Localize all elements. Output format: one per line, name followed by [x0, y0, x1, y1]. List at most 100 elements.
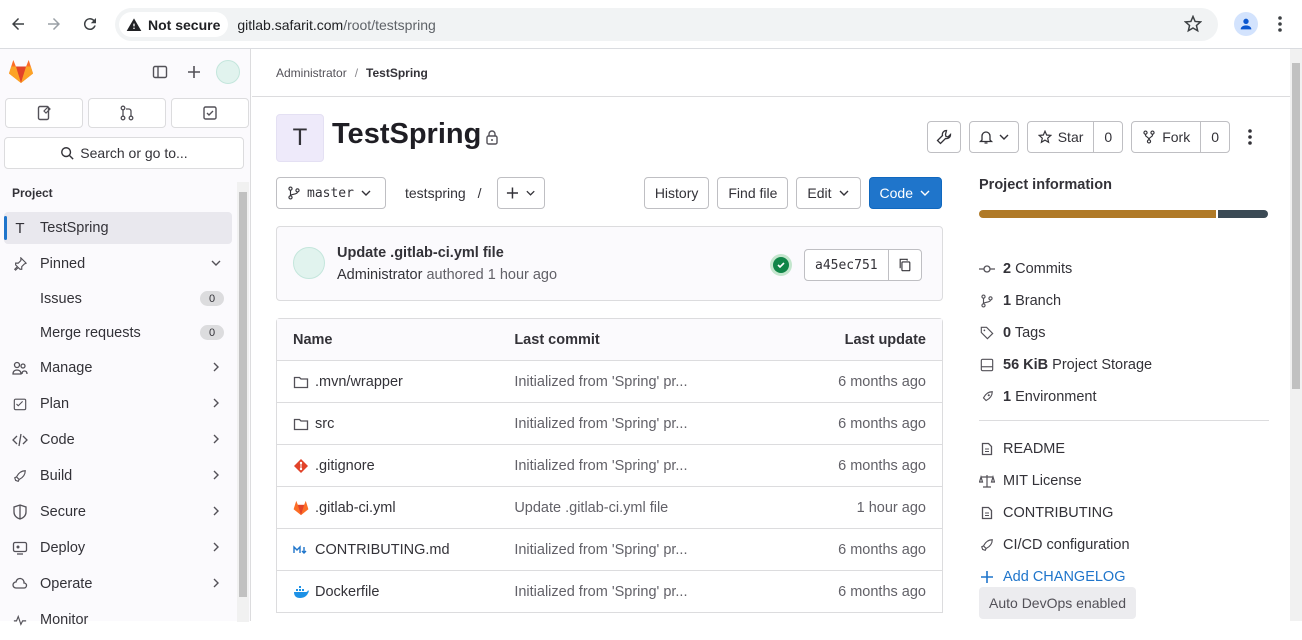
- file-name[interactable]: .gitignore: [315, 458, 375, 474]
- table-row[interactable]: .gitlab-ci.yml Update .gitlab-ci.yml fil…: [277, 487, 942, 529]
- file-name-cell: .gitignore: [277, 458, 498, 474]
- table-header: Name Last commit Last update: [277, 319, 942, 361]
- copy-sha-button[interactable]: [889, 250, 921, 280]
- table-row[interactable]: Dockerfile Initialized from 'Spring' pr.…: [277, 571, 942, 613]
- branch-selector[interactable]: master: [276, 177, 386, 209]
- language-segment[interactable]: [979, 210, 1216, 218]
- sidebar-item-manage[interactable]: Manage: [4, 352, 232, 384]
- star-button[interactable]: Star: [1028, 122, 1095, 152]
- search-label: Search or go to...: [80, 145, 188, 161]
- collapse-sidebar-button[interactable]: [148, 60, 172, 84]
- file-name[interactable]: .mvn/wrapper: [315, 374, 403, 390]
- forward-button[interactable]: [36, 6, 72, 42]
- find-file-button[interactable]: Find file: [717, 177, 789, 209]
- auto-devops-badge[interactable]: Auto DevOps enabled: [979, 587, 1136, 619]
- file-name[interactable]: Dockerfile: [315, 584, 379, 600]
- page-scroll-thumb[interactable]: [1292, 63, 1300, 389]
- star-count[interactable]: 0: [1094, 122, 1122, 152]
- gitlab-logo-icon[interactable]: [8, 59, 34, 84]
- file-last-commit[interactable]: Initialized from 'Spring' pr...: [498, 416, 787, 432]
- file-last-commit[interactable]: Initialized from 'Spring' pr...: [498, 458, 787, 474]
- sidebar-item-label: Issues: [40, 291, 82, 307]
- create-new-button[interactable]: [182, 60, 206, 84]
- notifications-dropdown[interactable]: [968, 121, 1019, 153]
- folder-icon: [293, 418, 309, 430]
- repository-root-link[interactable]: testspring: [405, 185, 466, 201]
- sidebar-item-pinned[interactable]: Pinned: [4, 248, 232, 280]
- breadcrumb-current[interactable]: TestSpring: [366, 66, 428, 80]
- sidebar-item-deploy[interactable]: Deploy: [4, 532, 232, 564]
- user-avatar[interactable]: [216, 60, 240, 84]
- address-bar[interactable]: Not secure gitlab.safarit.com/root/tests…: [115, 8, 1218, 41]
- file-last-commit[interactable]: Initialized from 'Spring' pr...: [498, 374, 787, 390]
- contributing-link[interactable]: CONTRIBUTING: [979, 497, 1269, 529]
- sidebar-item-operate[interactable]: Operate: [4, 568, 232, 600]
- cicd-config-link[interactable]: CI/CD configuration: [979, 529, 1269, 561]
- table-row[interactable]: CONTRIBUTING.md Initialized from 'Spring…: [277, 529, 942, 571]
- sidebar-item-build[interactable]: Build: [4, 460, 232, 492]
- file-name[interactable]: src: [315, 416, 334, 432]
- file-last-commit[interactable]: Initialized from 'Spring' pr...: [498, 584, 787, 600]
- project-letter-icon: T: [15, 219, 25, 237]
- bookmark-button[interactable]: [1177, 8, 1209, 40]
- tags-link[interactable]: 0 Tags: [979, 317, 1269, 349]
- table-row[interactable]: .gitignore Initialized from 'Spring' pr.…: [277, 445, 942, 487]
- sidebar-item-label: Pinned: [40, 256, 86, 272]
- project-info-title: Project information: [979, 177, 1112, 193]
- branch-name: master: [307, 185, 354, 201]
- merge-requests-button[interactable]: [88, 98, 166, 128]
- fork-button[interactable]: Fork: [1132, 122, 1202, 152]
- sidebar-item-plan[interactable]: Plan: [4, 388, 232, 420]
- chevron-right-icon: [210, 505, 222, 521]
- table-row[interactable]: src Initialized from 'Spring' pr... 6 mo…: [277, 403, 942, 445]
- chevron-down-icon: [361, 190, 371, 196]
- file-last-commit[interactable]: Update .gitlab-ci.yml file: [498, 500, 787, 516]
- storage-link[interactable]: 56 KiB Project Storage: [979, 349, 1269, 381]
- branches-link[interactable]: 1 Branch: [979, 285, 1269, 317]
- todo-list-button[interactable]: [171, 98, 249, 128]
- sidebar-item-merge-requests[interactable]: Merge requests 0: [4, 318, 232, 348]
- add-to-tree-dropdown[interactable]: [497, 177, 545, 209]
- sidebar-item-testspring[interactable]: T TestSpring: [4, 212, 232, 244]
- edit-dropdown[interactable]: Edit: [796, 177, 861, 209]
- file-name-cell: .mvn/wrapper: [277, 374, 498, 390]
- file-last-commit[interactable]: Initialized from 'Spring' pr...: [498, 542, 787, 558]
- commit-author-avatar[interactable]: [293, 247, 325, 279]
- sidebar-item-issues[interactable]: Issues 0: [4, 284, 232, 314]
- sidebar-item-monitor[interactable]: Monitor: [4, 604, 232, 636]
- history-button[interactable]: History: [643, 177, 710, 209]
- file-name[interactable]: .gitlab-ci.yml: [315, 500, 396, 516]
- search-button[interactable]: Search or go to...: [4, 137, 244, 169]
- commit-title[interactable]: Update .gitlab-ci.yml file: [337, 245, 504, 261]
- commit-sha[interactable]: a45ec751: [805, 250, 889, 280]
- sidebar-item-code[interactable]: Code: [4, 424, 232, 456]
- kebab-menu-icon: [1278, 16, 1282, 32]
- settings-button[interactable]: [926, 121, 961, 153]
- profile-button[interactable]: [1234, 12, 1258, 36]
- assigned-issues-button[interactable]: [5, 98, 83, 128]
- pipeline-status-button[interactable]: [770, 254, 792, 276]
- back-button[interactable]: [0, 6, 36, 42]
- table-row[interactable]: .mvn/wrapper Initialized from 'Spring' p…: [277, 361, 942, 403]
- sidebar-scroll-thumb[interactable]: [239, 192, 247, 597]
- sidebar-item-label: Build: [40, 468, 73, 484]
- commits-link[interactable]: 2 Commits: [979, 253, 1269, 285]
- sidebar-item-secure[interactable]: Secure: [4, 496, 232, 528]
- language-bar[interactable]: [979, 210, 1268, 218]
- fork-count[interactable]: 0: [1201, 122, 1229, 152]
- breadcrumb-parent[interactable]: Administrator: [276, 66, 347, 80]
- language-segment[interactable]: [1218, 210, 1268, 218]
- browser-menu-button[interactable]: [1268, 12, 1292, 36]
- environments-link[interactable]: 1 Environment: [979, 381, 1269, 413]
- file-name[interactable]: CONTRIBUTING.md: [315, 542, 450, 558]
- reload-button[interactable]: [72, 6, 108, 42]
- commit-author[interactable]: Administrator: [337, 267, 422, 283]
- page-scrollbar[interactable]: [1290, 49, 1302, 621]
- more-actions-button[interactable]: [1238, 121, 1262, 153]
- sidebar-scrollbar[interactable]: [237, 182, 249, 622]
- code-label: Code: [879, 185, 913, 201]
- license-link[interactable]: MIT License: [979, 465, 1269, 497]
- code-dropdown[interactable]: Code: [868, 177, 942, 209]
- security-chip[interactable]: Not secure: [119, 12, 229, 37]
- readme-link[interactable]: README: [979, 433, 1269, 465]
